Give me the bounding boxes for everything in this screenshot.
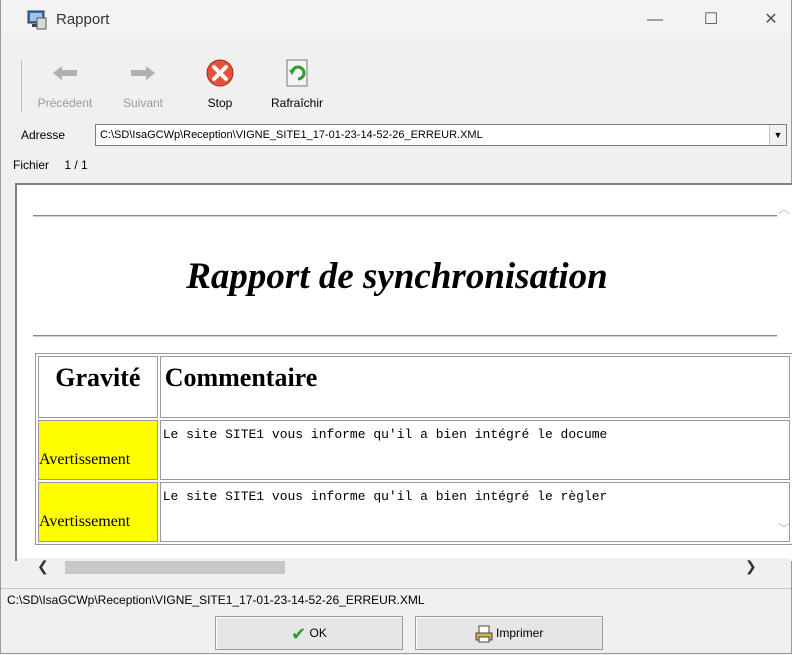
- report-viewer[interactable]: Rapport de synchronisation Gravité Comme…: [15, 183, 792, 561]
- header-severity: Gravité: [38, 356, 158, 418]
- forward-arrow-icon: [131, 66, 155, 80]
- file-position: 1 / 1: [64, 158, 88, 172]
- stop-button[interactable]: Stop: [195, 58, 245, 116]
- file-label: Fichier: [13, 158, 50, 172]
- chevron-down-icon[interactable]: ▼: [769, 125, 786, 145]
- vertical-scrollbar[interactable]: ︿ ﹀: [775, 200, 791, 540]
- minimize-button[interactable]: —: [643, 8, 667, 32]
- toolbar: Précédent Suivant Stop Rafraîchir: [11, 58, 791, 118]
- refresh-icon: [286, 59, 308, 87]
- header-comment: Commentaire: [159, 356, 790, 418]
- window-title: Rapport: [56, 11, 110, 28]
- maximize-button[interactable]: ☐: [699, 8, 723, 32]
- report-window: Rapport — ☐ ✕ Précédent Suivant Stop Raf…: [0, 0, 792, 654]
- stop-label: Stop: [207, 96, 233, 110]
- address-value[interactable]: C:\SD\IsaGCWp\Reception\VIGNE_SITE1_17-0…: [100, 129, 483, 141]
- ok-button[interactable]: ✔ OK: [215, 616, 403, 650]
- report-table: Gravité Commentaire Avertissement Le sit…: [35, 353, 792, 545]
- divider-bottom: [33, 335, 777, 337]
- divider-top: [33, 215, 777, 217]
- severity-cell: Avertissement: [38, 420, 158, 480]
- back-arrow-icon: [53, 66, 77, 80]
- checkmark-icon: ✔: [291, 623, 307, 644]
- comment-cell: Le site SITE1 vous informe qu'il a bien …: [159, 482, 790, 542]
- file-bar: Fichier 1 / 1: [13, 158, 100, 176]
- print-label: Imprimer: [496, 626, 544, 640]
- previous-button[interactable]: Précédent: [29, 58, 101, 116]
- address-label: Adresse: [21, 128, 66, 142]
- title-bar: Rapport — ☐ ✕: [1, 0, 791, 38]
- chevron-left-icon[interactable]: ❮: [37, 558, 49, 575]
- severity-cell: Avertissement: [38, 482, 158, 542]
- computer-icon: [27, 10, 47, 30]
- status-path: C:\SD\IsaGCWp\Reception\VIGNE_SITE1_17-0…: [7, 593, 425, 607]
- refresh-button[interactable]: Rafraîchir: [257, 58, 337, 116]
- next-label: Suivant: [122, 96, 164, 110]
- address-combobox[interactable]: C:\SD\IsaGCWp\Reception\VIGNE_SITE1_17-0…: [95, 124, 787, 146]
- previous-label: Précédent: [37, 96, 93, 110]
- ok-label: OK: [309, 626, 327, 640]
- refresh-label: Rafraîchir: [270, 96, 323, 110]
- chevron-down-icon[interactable]: ﹀: [778, 520, 790, 537]
- close-button[interactable]: ✕: [759, 8, 783, 32]
- stop-icon: [206, 59, 234, 87]
- next-button[interactable]: Suivant: [113, 58, 173, 116]
- horizontal-scroll-thumb[interactable]: [65, 561, 285, 574]
- chevron-right-icon[interactable]: ❯: [745, 558, 757, 575]
- report-title: Rapport de synchronisation: [186, 256, 608, 297]
- horizontal-scrollbar[interactable]: ❮ ❯: [17, 558, 791, 576]
- address-bar: Adresse C:\SD\IsaGCWp\Reception\VIGNE_SI…: [13, 124, 791, 148]
- table-row: Avertissement Le site SITE1 vous informe…: [38, 482, 790, 542]
- comment-cell: Le site SITE1 vous informe qu'il a bien …: [159, 420, 790, 480]
- chevron-up-icon[interactable]: ︿: [778, 200, 790, 217]
- table-row: Avertissement Le site SITE1 vous informe…: [38, 420, 790, 480]
- table-header-row: Gravité Commentaire: [38, 356, 790, 418]
- status-bar: C:\SD\IsaGCWp\Reception\VIGNE_SITE1_17-0…: [1, 588, 791, 609]
- printer-icon: [475, 625, 493, 643]
- print-button[interactable]: Imprimer: [415, 616, 603, 650]
